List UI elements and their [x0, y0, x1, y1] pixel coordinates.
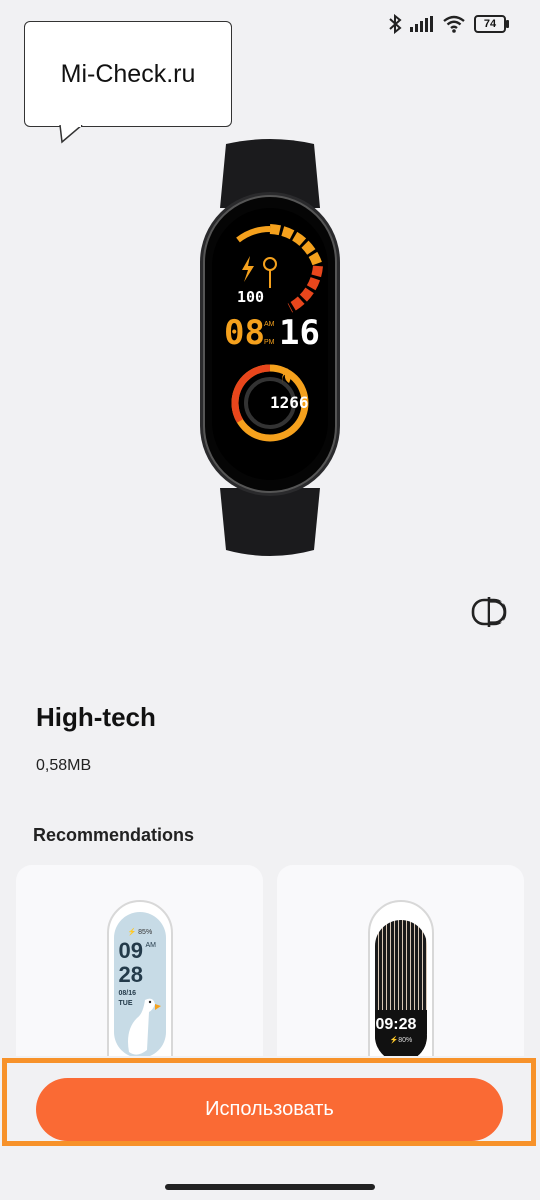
bluetooth-icon	[389, 14, 402, 34]
signal-icon	[410, 16, 433, 32]
wifi-icon	[443, 15, 465, 33]
watermark-text: Mi-Check.ru	[60, 59, 196, 88]
watermark-callout: Mi-Check.ru	[24, 21, 232, 127]
rec-1-minutes: 28	[118, 962, 143, 987]
rec-1-weekday: TUE	[118, 1000, 133, 1007]
preview-pm: PM	[264, 339, 275, 346]
preview-calories: 1266	[270, 393, 309, 412]
compare-icon[interactable]	[470, 595, 508, 629]
preview-minutes: 16	[279, 313, 320, 353]
band-preview: 100 08 AM PM 16 1266	[190, 138, 350, 558]
recommendations-title: Recommendations	[33, 825, 195, 845]
battery-icon: 74	[474, 15, 509, 33]
battery-level: 74	[483, 18, 497, 30]
watch-face-title: High-tech	[36, 702, 156, 732]
rec-1-am: AM	[145, 942, 157, 949]
rec-1-hours: 09	[118, 938, 143, 963]
band-image	[200, 139, 340, 556]
watch-face-size: 0,58MB	[36, 757, 92, 774]
preview-hours: 08	[224, 313, 265, 353]
callout-tail	[59, 125, 83, 144]
rec-2-time: 09:28	[375, 1016, 417, 1033]
rec-1-battery: ⚡ 85%	[127, 929, 153, 936]
rec-2-battery: ⚡80%	[389, 1037, 413, 1044]
preview-battery: 100	[237, 288, 265, 306]
preview-am: AM	[264, 321, 275, 328]
status-icons: 74	[388, 14, 509, 34]
home-indicator[interactable]	[165, 1184, 375, 1190]
use-button[interactable]: Использовать	[36, 1078, 503, 1141]
rec-1-date: 08/16	[118, 990, 137, 997]
